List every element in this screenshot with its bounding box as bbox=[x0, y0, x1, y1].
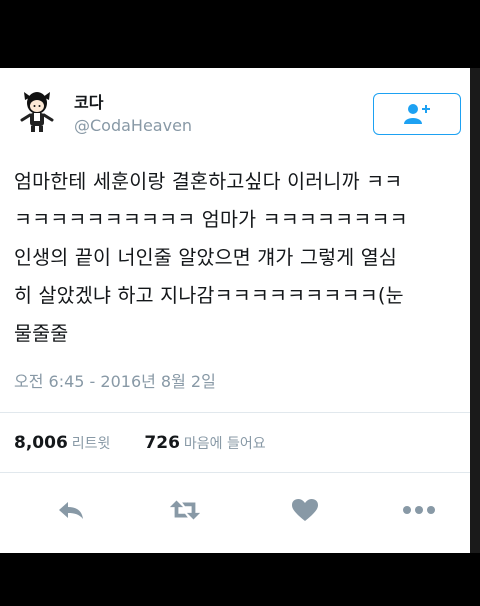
tweet-text-line: 물줄줄 bbox=[14, 322, 69, 345]
divider bbox=[0, 472, 470, 473]
reply-button[interactable] bbox=[54, 494, 88, 526]
tweet-timestamp[interactable]: 오전 6:45 - 2016년 8월 2일 bbox=[14, 368, 216, 392]
action-bar bbox=[0, 494, 470, 526]
like-count[interactable]: 726 bbox=[144, 433, 180, 453]
user-handle[interactable]: @CodaHeaven bbox=[74, 116, 192, 135]
more-button[interactable] bbox=[402, 494, 436, 526]
divider bbox=[0, 412, 470, 413]
retweet-count[interactable]: 8,006 bbox=[14, 433, 68, 453]
window-edge bbox=[470, 68, 480, 553]
more-icon bbox=[403, 506, 435, 514]
add-user-icon bbox=[404, 104, 430, 124]
tweet-text-line: ㅋㅋㅋㅋㅋㅋㅋㅋㅋㅋ 엄마가 ㅋㅋㅋㅋㅋㅋㅋㅋ bbox=[14, 208, 408, 231]
retweet-icon bbox=[169, 500, 201, 520]
tweet-text-line: 인생의 끝이 너인줄 알았으면 걔가 그렇게 열심 bbox=[14, 246, 398, 269]
tweet-text-line: 엄마한테 세훈이랑 결혼하고싶다 이러니까 ㅋㅋ bbox=[14, 170, 403, 193]
heart-icon bbox=[292, 499, 318, 521]
display-name[interactable]: 코다 bbox=[74, 89, 103, 113]
engagement-stats: 8,006 리트윗 726 마음에 들어요 bbox=[14, 433, 296, 453]
tweet-text: 엄마한테 세훈이랑 결혼하고싶다 이러니까 ㅋㅋ ㅋㅋㅋㅋㅋㅋㅋㅋㅋㅋ 엄마가 … bbox=[14, 163, 462, 353]
reply-icon bbox=[59, 502, 83, 519]
tweet-text-line: 히 살았겠냐 하고 지나감ㅋㅋㅋㅋㅋㅋㅋㅋㅋ(눈 bbox=[14, 284, 404, 307]
avatar[interactable] bbox=[14, 88, 60, 134]
follow-button[interactable] bbox=[373, 93, 461, 135]
like-button[interactable] bbox=[288, 494, 322, 526]
retweet-label[interactable]: 리트윗 bbox=[72, 433, 111, 453]
retweet-button[interactable] bbox=[168, 494, 202, 526]
like-label[interactable]: 마음에 들어요 bbox=[184, 433, 266, 453]
